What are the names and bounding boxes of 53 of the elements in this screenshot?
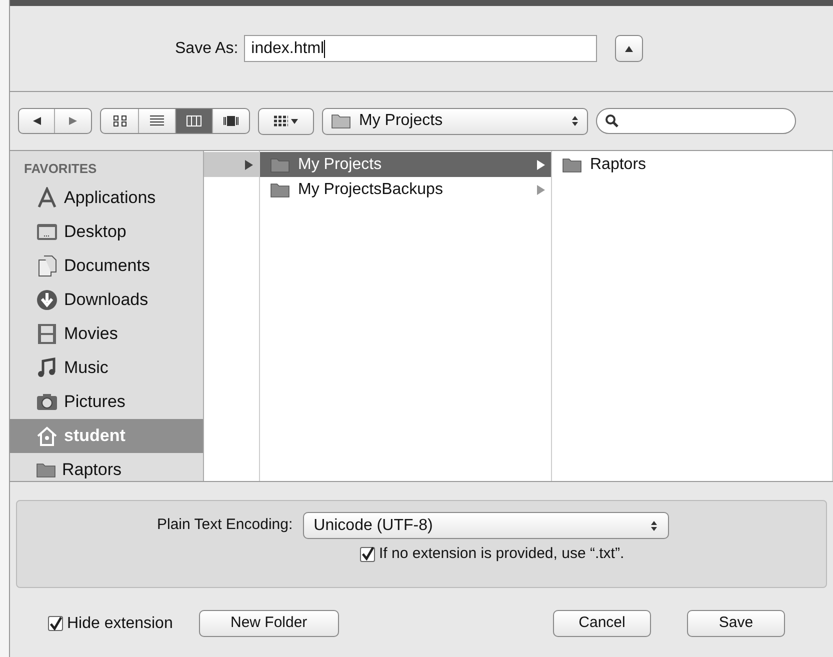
new-folder-button[interactable]: New Folder <box>198 610 339 637</box>
encoding-popup[interactable]: Unicode (UTF-8) <box>302 512 669 539</box>
folder-icon <box>36 462 56 478</box>
updown-icon <box>650 520 658 532</box>
view-mode-control[interactable] <box>100 108 250 134</box>
sidebar-item[interactable]: Applications <box>10 180 203 214</box>
checkbox-label: Hide extension <box>67 614 173 634</box>
back-forward-control[interactable] <box>18 108 92 134</box>
sidebar-item[interactable]: Pictures <box>10 384 203 418</box>
sidebar-item[interactable]: Movies <box>10 316 203 350</box>
arrange-button[interactable] <box>258 108 314 134</box>
sidebar-item[interactable]: Documents <box>10 248 203 282</box>
music-note-icon <box>36 356 58 378</box>
sidebar-item[interactable]: Raptors <box>10 452 203 481</box>
checkbox[interactable] <box>48 616 63 631</box>
updown-icon <box>571 115 579 127</box>
filename-field[interactable]: index.html <box>244 35 598 62</box>
folder-icon <box>562 156 582 172</box>
checkbox-label: If no extension is provided, use “.txt”. <box>379 544 624 564</box>
download-icon <box>36 288 58 310</box>
grid-icon <box>112 114 128 128</box>
browser-row[interactable]: My ProjectsBackups <box>260 177 551 202</box>
browser-row[interactable]: Raptors <box>552 152 832 177</box>
collapse-button[interactable] <box>615 35 644 62</box>
film-icon <box>36 322 58 344</box>
sidebar-item[interactable]: Desktop <box>10 214 203 248</box>
triangle-icon <box>624 44 634 52</box>
folder-icon <box>270 156 290 172</box>
browser-row[interactable]: My Projects <box>260 152 551 177</box>
sidebar-item[interactable]: Downloads <box>10 282 203 316</box>
columns-icon <box>186 114 202 128</box>
forward-icon <box>68 116 78 126</box>
folder-icon <box>270 182 290 198</box>
arrange-icon <box>273 115 299 127</box>
documents-icon <box>36 254 58 276</box>
save-as-label: Save As: <box>175 38 238 58</box>
a-letter-icon <box>36 186 58 208</box>
folder-icon <box>331 113 351 129</box>
search-icon <box>605 114 619 128</box>
sidebar-heading: FAVORITES <box>23 160 98 178</box>
house-icon <box>36 424 58 446</box>
checkbox[interactable] <box>360 546 375 562</box>
view-mode-button[interactable] <box>175 109 212 133</box>
coverflow-icon <box>223 114 239 128</box>
search-field[interactable] <box>596 108 796 134</box>
cancel-button[interactable]: Cancel <box>553 610 651 637</box>
browser-row[interactable] <box>204 152 259 177</box>
encoding-label: Plain Text Encoding: <box>157 515 293 536</box>
save-button[interactable]: Save <box>687 610 785 637</box>
list-icon <box>149 114 165 128</box>
back-icon <box>32 116 42 126</box>
sidebar-item[interactable]: Music <box>10 350 203 384</box>
location-popup[interactable]: My Projects <box>322 108 588 134</box>
